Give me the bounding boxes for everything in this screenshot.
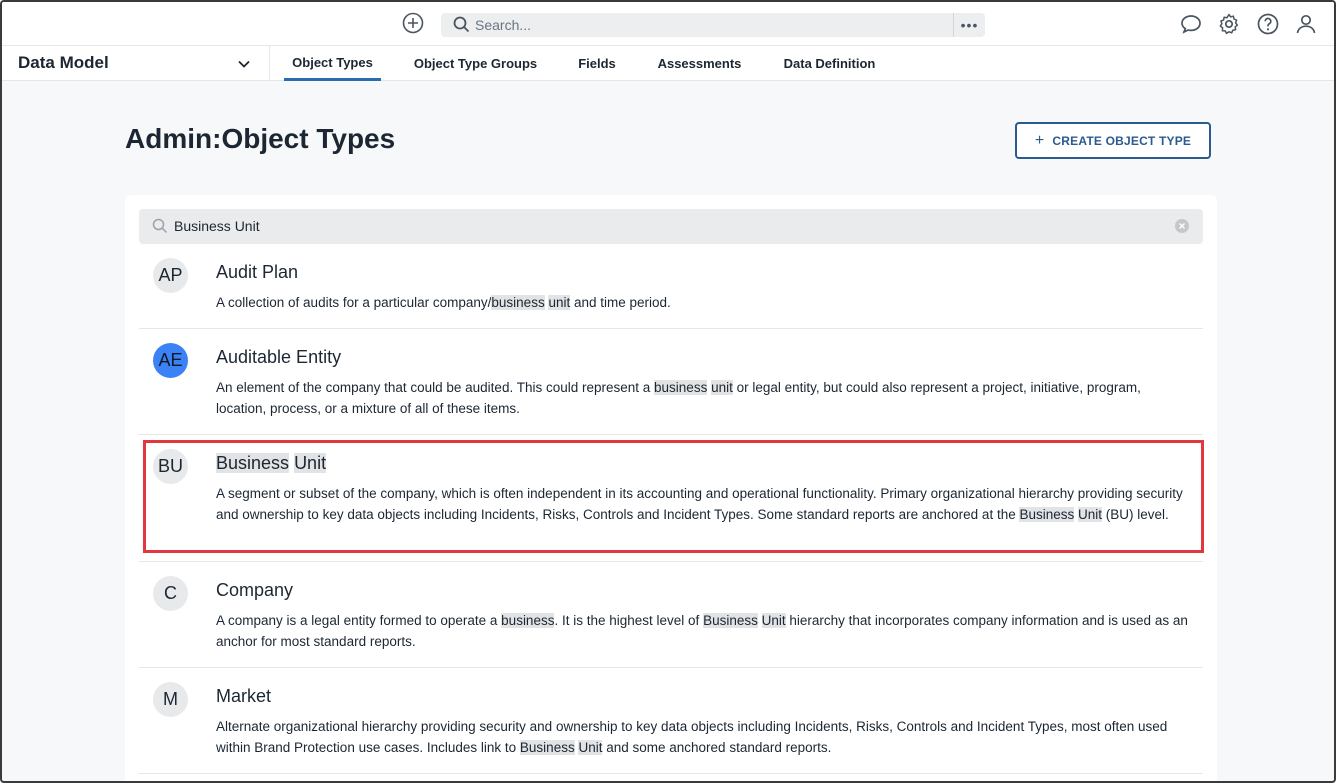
list-item[interactable]: AE Auditable Entity An element of the co… [139, 329, 1203, 435]
search-placeholder: Search... [475, 17, 532, 33]
list-item[interactable]: AP Audit Plan A collection of audits for… [139, 244, 1203, 329]
list-item[interactable]: M Market Alternate organizational hierar… [139, 668, 1203, 774]
more-options-button[interactable]: ••• [953, 13, 985, 37]
plus-icon: + [1034, 131, 1045, 149]
tab-fields[interactable]: Fields [570, 46, 624, 81]
item-description: Alternate organizational hierarchy provi… [216, 719, 1168, 755]
page-title-prefix: Admin [125, 123, 213, 154]
item-name[interactable]: Market [216, 686, 271, 707]
chat-icon[interactable] [1179, 12, 1203, 36]
item-name[interactable]: Business Unit [216, 453, 327, 474]
create-object-type-label: CREATE OBJECT TYPE [1052, 133, 1192, 148]
nav-bar: Data Model Object Types Object Type Grou… [2, 46, 1334, 81]
tab-assessments[interactable]: Assessments [650, 46, 749, 81]
avatar: BU [153, 449, 188, 484]
avatar: C [153, 576, 188, 611]
add-circle-icon[interactable] [401, 11, 424, 34]
app-selector[interactable]: Data Model [2, 46, 270, 81]
chevron-down-icon[interactable] [236, 56, 252, 77]
item-description: A collection of audits for a particular … [216, 295, 671, 310]
clear-search-icon[interactable] [1175, 219, 1189, 233]
filter-value: Business Unit [174, 218, 260, 234]
tab-object-type-groups[interactable]: Object Type Groups [406, 46, 545, 81]
item-description: An element of the company that could be … [216, 380, 1141, 416]
tab-data-definition[interactable]: Data Definition [774, 46, 885, 81]
tab-object-types[interactable]: Object Types [284, 46, 381, 81]
item-name[interactable]: Company [216, 580, 293, 601]
page-title: Admin:Object Types [125, 123, 395, 155]
avatar: AE [153, 343, 188, 378]
avatar: M [153, 682, 188, 717]
app-title: Data Model [18, 53, 109, 72]
user-icon[interactable] [1294, 12, 1318, 36]
create-object-type-button[interactable]: + CREATE OBJECT TYPE [1015, 122, 1211, 159]
search-icon [453, 16, 470, 38]
item-description: A segment or subset of the company, whic… [216, 486, 1183, 522]
list-item[interactable]: C Company A company is a legal entity fo… [139, 562, 1203, 668]
help-icon[interactable] [1256, 12, 1280, 36]
search-icon [152, 218, 168, 239]
filter-search-input[interactable]: Business Unit [139, 209, 1203, 244]
avatar: AP [153, 258, 188, 293]
item-name[interactable]: Auditable Entity [216, 347, 341, 368]
item-name[interactable]: Audit Plan [216, 262, 298, 283]
gear-icon[interactable] [1217, 12, 1241, 36]
list-item[interactable]: BU Business Unit A segment or subset of … [139, 435, 1203, 562]
global-search-input[interactable]: Search... ••• [441, 13, 985, 37]
top-bar: Search... ••• [2, 2, 1334, 46]
page-title-main: Object Types [221, 123, 396, 154]
item-description: A company is a legal entity formed to op… [216, 613, 1188, 649]
app-window: Search... ••• Data Model Object Types Ob… [0, 0, 1336, 783]
